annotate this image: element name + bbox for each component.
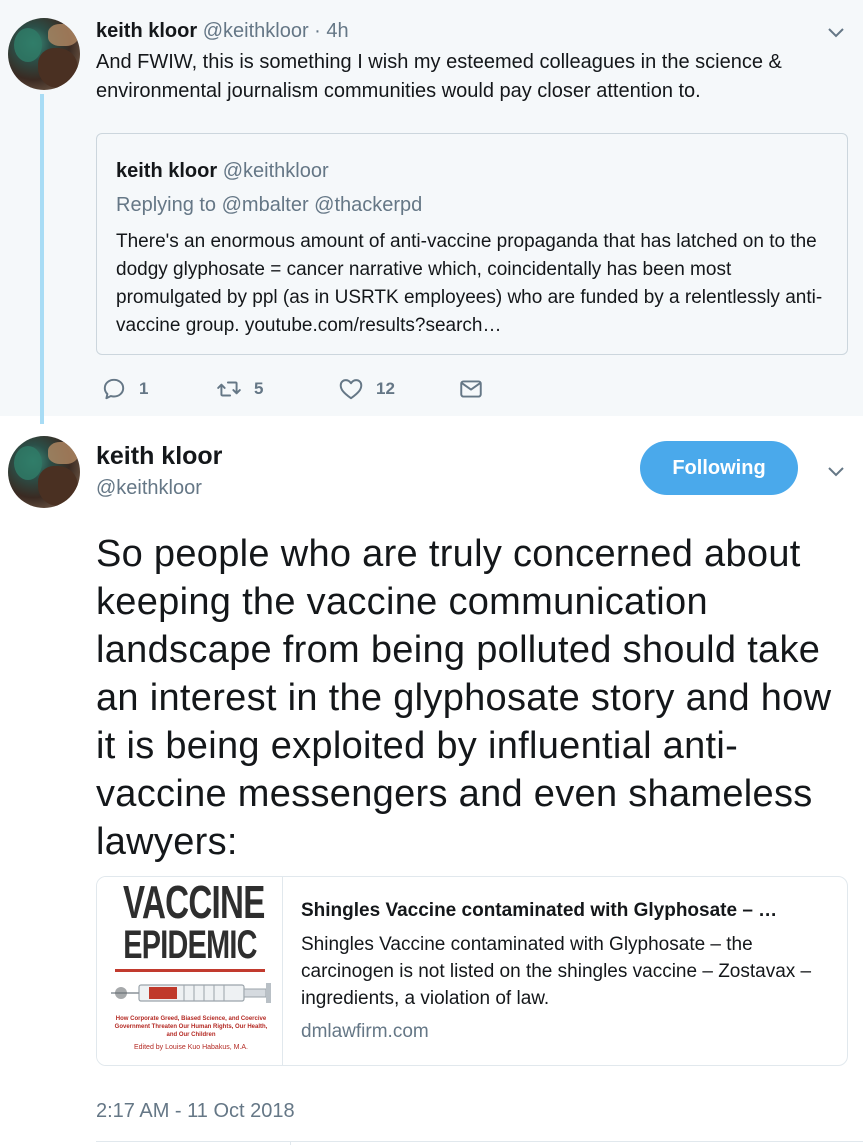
quoted-author-handle: @keithkloor bbox=[222, 160, 329, 182]
reply-icon bbox=[103, 378, 125, 400]
like-count: 12 bbox=[376, 379, 395, 398]
author-name[interactable]: keith kloor bbox=[96, 440, 222, 472]
book-author: Edited by Louise Kuo Habakus, M.A. bbox=[133, 1044, 248, 1051]
retweet-button[interactable]: 5 bbox=[216, 376, 263, 402]
separator-dot: · bbox=[314, 20, 321, 42]
book-title-line2: EPIDEMIC bbox=[123, 923, 257, 967]
chevron-down-icon[interactable] bbox=[826, 22, 846, 42]
card-description: Shingles Vaccine contaminated with Glyph… bbox=[301, 934, 812, 1009]
author-handle[interactable]: @keithkloor bbox=[96, 474, 202, 502]
direct-message-button[interactable] bbox=[458, 376, 484, 402]
quoted-tweet-text: There's an enormous amount of anti-vacci… bbox=[116, 231, 823, 336]
divider bbox=[96, 1141, 863, 1142]
book-cover-rule bbox=[115, 969, 265, 972]
card-body: Shingles Vaccine contaminated with Glyph… bbox=[301, 899, 837, 1044]
reply-button[interactable]: 1 bbox=[101, 376, 148, 402]
tweet-time[interactable]: 4h bbox=[326, 20, 348, 42]
like-icon bbox=[339, 379, 363, 400]
avatar[interactable] bbox=[8, 18, 80, 90]
syringe-illustration bbox=[111, 983, 271, 1003]
book-subtitle: How Corporate Greed, Biased Science, and… bbox=[114, 1016, 268, 1038]
tweet-text: And FWIW, this is something I wish my es… bbox=[96, 51, 782, 102]
avatar[interactable] bbox=[8, 436, 80, 508]
tweet-header: keith kloor @keithkloor · 4h bbox=[96, 18, 349, 44]
direct-message-icon bbox=[460, 380, 482, 398]
reply-count: 1 bbox=[139, 379, 149, 398]
following-button[interactable]: Following bbox=[640, 441, 798, 495]
chevron-down-icon[interactable] bbox=[826, 461, 846, 481]
quoted-tweet-header: keith kloor @keithkloor bbox=[116, 158, 329, 184]
like-button[interactable]: 12 bbox=[338, 376, 395, 402]
card-thumbnail: VACCINE EPIDEMIC How Corporate Greed, Bi… bbox=[97, 877, 283, 1065]
card-title[interactable]: Shingles Vaccine contaminated with Glyph… bbox=[301, 899, 831, 923]
card-domain[interactable]: dmlawfirm.com bbox=[301, 1020, 837, 1044]
replying-to: Replying to @mbalter @thackerpd bbox=[116, 194, 423, 216]
divider-tick bbox=[290, 1141, 291, 1145]
retweet-count: 5 bbox=[254, 379, 264, 398]
parent-tweet[interactable]: keith kloor @keithkloor · 4h And FWIW, t… bbox=[0, 0, 863, 424]
quoted-author-name: keith kloor bbox=[116, 160, 218, 182]
quoted-tweet[interactable]: keith kloor @keithkloor Replying to @mba… bbox=[96, 133, 848, 355]
retweet-icon bbox=[217, 381, 241, 397]
author-name[interactable]: keith kloor bbox=[96, 20, 197, 42]
tweet-timestamp[interactable]: 2:17 AM - 11 Oct 2018 bbox=[96, 1098, 295, 1124]
book-title-line1: VACCINE bbox=[123, 877, 265, 928]
link-preview-card[interactable]: VACCINE EPIDEMIC How Corporate Greed, Bi… bbox=[96, 876, 848, 1066]
tweet-text: So people who are truly concerned about … bbox=[96, 533, 832, 863]
thread-connector-line bbox=[40, 94, 44, 424]
author-handle[interactable]: @keithkloor bbox=[203, 20, 309, 42]
